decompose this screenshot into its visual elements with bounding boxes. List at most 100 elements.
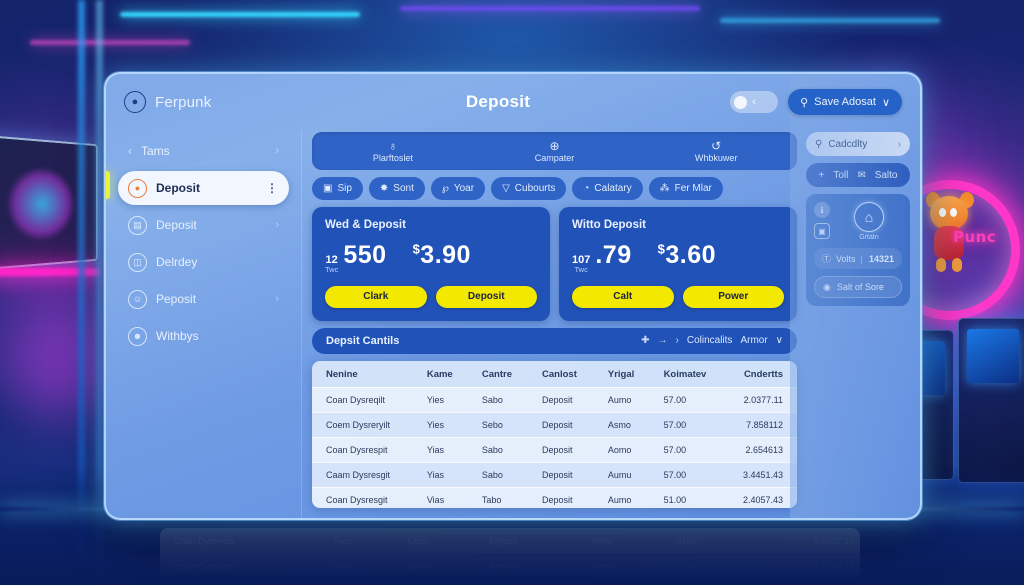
home-label: Grtatn xyxy=(859,234,879,241)
table-header-bar: Depsit Cantils ✚ → › Colincalits Armor ∨ xyxy=(312,327,797,354)
chip-yoar[interactable]: ℘ Yoar xyxy=(430,177,486,200)
pin-icon[interactable]: ✚ xyxy=(641,335,649,346)
column-header[interactable]: Koimatev xyxy=(649,360,725,387)
clark-button[interactable]: Clark xyxy=(325,285,427,308)
chip-label: Cubourts xyxy=(514,183,556,194)
tab-plarftoslet[interactable]: ♁ Plarftoslet xyxy=(312,140,474,163)
chip-label: Sont xyxy=(393,183,414,194)
person-icon: ♁ xyxy=(388,138,398,153)
cell: Tabo xyxy=(467,486,529,508)
stat-primary-value: 550 xyxy=(343,241,387,269)
sidebar-item-peposit[interactable]: ☺ Peposit › xyxy=(118,282,289,316)
background-scene: Punc ✶ Coan Dytewols Fies Cobb Dtpeck Vt… xyxy=(0,0,1024,585)
chip-fer-mlar[interactable]: ⁂ Fer Mlar xyxy=(648,177,723,200)
home-badge[interactable]: ⌂ Grtatn xyxy=(836,202,902,241)
segmented-tabs: ♁ Plarftoslet ⊕ Campater ↺ Whbkuwer xyxy=(312,132,797,170)
chip-cubourts[interactable]: ▽ Cubourts xyxy=(491,177,567,200)
wallet-icon: ▤ xyxy=(128,215,147,235)
cell: Coan Dysresgit xyxy=(312,486,413,508)
copy-icon[interactable]: ▣ xyxy=(814,223,830,239)
filter-icon: ▽ xyxy=(502,183,510,194)
table-row[interactable]: Coan Dysreqilt Yies Sabo Deposit Aumo 57… xyxy=(312,386,797,412)
column-header[interactable]: Yrigal xyxy=(593,360,650,387)
chevron-left-icon[interactable]: ‹ xyxy=(752,96,756,108)
sidebar-item-tams[interactable]: ‹ Tams › xyxy=(118,134,289,168)
top-bar-actions: ‹ ⚲ Save Adosat ∨ xyxy=(730,89,902,115)
cell: Yies xyxy=(412,386,468,412)
save-adosat-button[interactable]: ⚲ Save Adosat ∨ xyxy=(788,89,902,115)
cell: Vias xyxy=(412,486,468,508)
stat-secondary-value: 3.90 xyxy=(420,241,471,269)
chevron-down-icon: ∨ xyxy=(881,96,890,109)
table-body: Coan Dysreqilt Yies Sabo Deposit Aumo 57… xyxy=(312,386,797,508)
salt-of-sore-button[interactable]: ◉ Salt of Sore xyxy=(814,276,902,298)
main-content: ♁ Plarftoslet ⊕ Campater ↺ Whbkuwer ▣ Si… xyxy=(302,130,920,518)
power-button[interactable]: Power xyxy=(682,285,784,308)
table-header-row: Nenine Kame Cantre Canlost Yrigal Koimat… xyxy=(312,360,797,387)
cell: 3.4451.43 xyxy=(724,461,797,487)
mascot-neon-text: Punc xyxy=(953,228,997,246)
tab-campater[interactable]: ⊕ Campater xyxy=(474,140,636,163)
table-menu-label[interactable]: Armor xyxy=(740,335,767,346)
cadcdlty-search[interactable]: ⚲ Cadcdlty › xyxy=(806,132,910,156)
chip-sip[interactable]: ▣ Sip xyxy=(312,177,363,200)
volts-label: Volts xyxy=(836,253,856,264)
deposit-button[interactable]: Deposit xyxy=(435,285,537,308)
main-right-column: ⚲ Cadcdlty › + Toll ✉ Salto ℹ ▣ ⌂ Grtatn… xyxy=(806,132,910,508)
ceiling-neon-strip xyxy=(30,40,190,45)
separator: | xyxy=(860,253,863,264)
cell: Asmo xyxy=(593,411,650,437)
cell: Deposit xyxy=(528,386,594,412)
sidebar-item-delrdey[interactable]: ◫ Delrdey xyxy=(118,245,289,279)
cell: Sabo xyxy=(467,436,529,462)
table-row[interactable]: Coan Dysresgit Vias Tabo Deposit Aumo 51… xyxy=(312,486,797,508)
brand-label: Ferpunk xyxy=(155,93,212,111)
chip-sont[interactable]: ✸ Sont xyxy=(368,177,425,200)
cell: 2.0377.11 xyxy=(724,386,797,412)
column-header[interactable]: Cndertts xyxy=(724,360,797,387)
table-row[interactable]: Coan Dysrespit Yias Sabo Deposit Aomo 57… xyxy=(312,436,797,462)
column-header[interactable]: Kame xyxy=(412,360,468,387)
cell: Deposit xyxy=(528,486,594,508)
sidebar-item-withbys[interactable]: ☻ Withbys xyxy=(118,319,289,353)
plus-icon[interactable]: + xyxy=(818,170,824,181)
clock-icon: ⊕ xyxy=(549,138,560,153)
table-columns-label[interactable]: Colincalits xyxy=(687,335,733,346)
toll-salto-actions[interactable]: + Toll ✉ Salto xyxy=(806,163,910,187)
sidebar-item-deposit[interactable]: ▤ Deposit › xyxy=(118,208,289,242)
chevron-right-icon: › xyxy=(275,293,279,305)
column-header[interactable]: Nenine xyxy=(312,360,413,387)
link-icon: ℘ xyxy=(441,183,449,194)
chevron-right-icon[interactable]: › xyxy=(676,335,679,346)
mail-icon[interactable]: ✉ xyxy=(857,170,865,181)
arrow-right-icon[interactable]: → xyxy=(658,335,668,346)
refresh-icon: ↺ xyxy=(711,138,722,153)
column-header[interactable]: Cantre xyxy=(467,360,529,387)
stat-badge-bottom: Twc xyxy=(574,265,588,274)
overflow-menu-icon[interactable]: ⋮ xyxy=(266,181,279,195)
briefcase-icon: ▣ xyxy=(323,183,333,194)
cell: Sabo xyxy=(467,386,529,412)
table-row[interactable]: Caam Dysresgit Yias Sabo Deposit Aumu 57… xyxy=(312,461,797,487)
view-toggle[interactable]: ‹ xyxy=(730,91,779,113)
chip-calatary[interactable]: ◔ Calatary xyxy=(572,177,643,200)
sidebar-item-deposit-active[interactable]: ● Deposit ⋮ xyxy=(118,171,289,205)
window-body: ‹ Tams › ● Deposit ⋮ ▤ Deposit › ◫ Delrd… xyxy=(106,130,920,518)
stat-cards: Wed & Deposit 12 Twc 550 $3.90 Clark Dep… xyxy=(312,207,797,321)
chip-label: Sip xyxy=(337,183,352,194)
stat-badge: 107 Twc xyxy=(572,255,590,274)
stat-badge-bottom: Twc xyxy=(325,265,339,274)
chevron-down-icon[interactable]: ∨ xyxy=(776,335,783,346)
table-row[interactable]: Coem Dysreryilt Yies Sebo Deposit Asmo 5… xyxy=(312,411,797,437)
arcade-cabinet xyxy=(958,318,1024,483)
stat-card-wed-deposit: Wed & Deposit 12 Twc 550 $3.90 Clark Dep… xyxy=(312,207,550,321)
calt-button[interactable]: Calt xyxy=(572,285,674,308)
info-icon[interactable]: ℹ xyxy=(814,202,830,218)
cell: Sebo xyxy=(467,411,529,437)
tab-whbkuwer[interactable]: ↺ Whbkuwer xyxy=(635,140,797,163)
salto-label: Salto xyxy=(874,169,898,181)
sidebar-item-label: Deposit xyxy=(156,218,197,232)
card-icon: ◫ xyxy=(128,252,147,272)
column-header[interactable]: Canlost xyxy=(528,360,594,387)
cell: 2.654613 xyxy=(724,436,797,462)
